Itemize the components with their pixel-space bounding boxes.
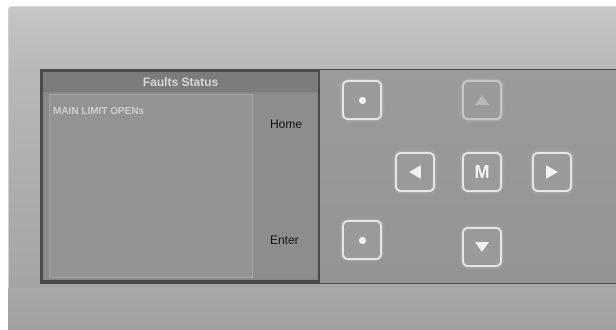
left-arrow-button[interactable] — [395, 152, 435, 192]
lcd-screen: Faults Status MAIN LIMIT OPENs — [43, 72, 318, 280]
right-arrow-button[interactable] — [532, 152, 572, 192]
up-arrow-button[interactable] — [462, 80, 502, 120]
bezel-bottom — [8, 288, 616, 330]
down-arrow-button[interactable] — [462, 227, 502, 267]
softkey-label-home: Home — [270, 117, 303, 131]
keypad: M — [320, 70, 616, 283]
screen-title: Faults Status — [43, 72, 318, 92]
menu-button[interactable]: M — [462, 152, 502, 192]
fault-message-area: MAIN LIMIT OPENs — [49, 94, 253, 278]
triangle-left-icon — [409, 165, 421, 179]
softkey-label-enter: Enter — [270, 233, 299, 247]
menu-label: M — [474, 161, 490, 182]
triangle-up-icon — [475, 95, 489, 105]
triangle-down-icon — [475, 242, 489, 252]
fault-message: MAIN LIMIT OPENs — [53, 106, 145, 117]
softkey-home-button[interactable] — [342, 80, 382, 120]
dot-icon — [358, 96, 366, 104]
triangle-right-icon — [546, 165, 558, 179]
softkey-enter-button[interactable] — [342, 220, 382, 260]
dot-icon — [358, 236, 366, 244]
